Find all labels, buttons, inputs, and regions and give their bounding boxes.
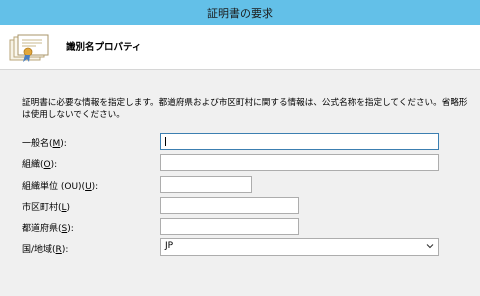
wizard-header: 識別名プロパティ [0, 25, 480, 70]
title-bar[interactable]: 証明書の要求 [0, 0, 480, 25]
page-title: 識別名プロパティ [66, 42, 142, 53]
certificate-request-window: 証明書の要求 識別名プロパティ 証明書に必要な情報を指定します。都道府県および市… [0, 0, 480, 296]
instructions-text: 証明書に必要な情報を指定します。都道府県および市区町村に関する情報は、公式名称を… [22, 98, 468, 120]
certificate-stack-icon [9, 34, 49, 62]
country-region-value: JP [165, 241, 174, 251]
window-title: 証明書の要求 [207, 7, 273, 20]
city-label: 市区町村(L) [22, 203, 71, 213]
city-input[interactable] [160, 197, 299, 214]
common-name-label: 一般名(M): [22, 139, 67, 149]
organization-input[interactable] [160, 154, 439, 171]
common-name-input[interactable] [160, 133, 439, 150]
text-caret [165, 137, 166, 146]
prefecture-label: 都道府県(S): [22, 224, 74, 234]
chevron-down-icon [426, 244, 434, 249]
country-region-label: 国/地域(R): [22, 245, 69, 255]
prefecture-input[interactable] [160, 218, 299, 235]
organization-label: 組織(O): [22, 160, 58, 170]
country-region-select[interactable]: JP [160, 238, 439, 256]
organizational-unit-label: 組織単位 (OU)(U): [22, 182, 99, 192]
organizational-unit-input[interactable] [160, 176, 252, 193]
